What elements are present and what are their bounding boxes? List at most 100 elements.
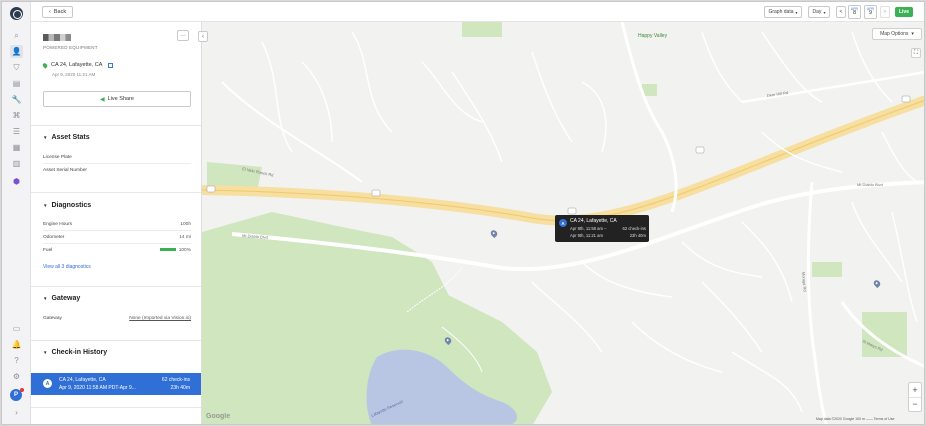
chevron-left-icon: < <box>839 9 843 15</box>
people-icon[interactable]: 👤 <box>10 45 23 58</box>
diagnostic-row: Engine Hours 100h <box>43 222 191 227</box>
collapse-panel-button[interactable]: ‹ <box>198 31 208 42</box>
more-options-button[interactable]: ··· <box>177 30 189 41</box>
fullscreen-icon[interactable]: ⛶ <box>911 48 921 58</box>
diagnostic-row: Fuel 100% <box>43 248 191 253</box>
map-label-mt-diablo: Mt Diablo Blvd <box>857 182 883 187</box>
row-value: 100h <box>180 222 191 227</box>
help-icon[interactable]: ? <box>10 354 23 367</box>
caret-down-icon: ▾ <box>795 9 798 15</box>
end-day: 9 <box>868 10 873 16</box>
external-link-icon[interactable] <box>108 62 114 68</box>
range-label: Day <box>812 9 822 15</box>
divider <box>31 192 201 193</box>
settings-gear-icon[interactable]: ⚙ <box>10 370 23 383</box>
asset-name-redacted <box>43 34 71 41</box>
checkin-count: 62 check-ins <box>161 377 190 383</box>
diagnostic-row: Odometer 14 mi <box>43 235 191 240</box>
triangle-down-icon: ▼ <box>43 135 48 140</box>
tooltip-row: Apr 8th, 11:58 am – 62 check-ins <box>570 226 646 231</box>
location-timestamp: Apr 9, 2020 11:21 AM <box>52 72 96 77</box>
checkin-history-header[interactable]: ▼ Check-in History <box>43 349 107 356</box>
next-date-button[interactable]: > <box>880 6 890 18</box>
view-all-diagnostics-link[interactable]: View all 3 diagnostics <box>43 264 91 270</box>
live-share-button[interactable]: ◀ Live Share <box>43 91 191 107</box>
forms-icon[interactable]: ▦ <box>10 141 23 154</box>
section-title: Check-in History <box>51 349 108 356</box>
license-plate-row: License Plate <box>43 155 191 160</box>
graph-data-dropdown[interactable]: Graph data ▾ <box>764 6 802 18</box>
divider <box>31 286 201 287</box>
asset-type: POWERED EQUIPMENT <box>43 45 98 50</box>
user-avatar[interactable]: P <box>10 388 24 401</box>
zoom-out-button[interactable]: − <box>909 398 921 412</box>
row-divider <box>43 163 191 164</box>
checkin-history-item[interactable]: A CA 24, Lafayette, CA Apr 9, 2020 11:58… <box>31 373 201 395</box>
gateway-value[interactable]: None (Imported via Vision.io) <box>129 316 191 321</box>
serial-number-row: Asset Serial Number <box>43 168 191 173</box>
range-dropdown[interactable]: Day ▾ <box>808 6 830 18</box>
map-label-moraga: Moraga Rd <box>801 272 808 292</box>
back-button[interactable]: ‹ Back <box>42 6 74 18</box>
end-date-picker[interactable]: APR 9 <box>864 5 877 19</box>
reports-icon[interactable]: ▥ <box>10 157 23 170</box>
map-view[interactable]: Happy Valley Deer Hill Rd Mt Diablo Blvd… <box>202 22 924 424</box>
divider <box>31 125 201 126</box>
prev-date-button[interactable]: < <box>836 6 846 18</box>
chat-icon[interactable]: ▭ <box>10 322 23 335</box>
wrench-icon[interactable]: 🔧 <box>10 93 23 106</box>
top-bar: ‹ Back Graph data ▾ Day ▾ < APR 8 APR 9 > … <box>31 2 924 22</box>
row-divider <box>43 230 191 231</box>
street-road <box>620 22 678 213</box>
tooltip-duration: 23h 40m <box>629 233 646 238</box>
checkin-location: CA 24, Lafayette, CA <box>59 377 106 383</box>
asset-stats-header[interactable]: ▼ Asset Stats <box>43 134 90 141</box>
row-label: Fuel <box>43 248 53 253</box>
tooltip-row: Apr 9th, 11:21 am 23h 40m <box>570 233 646 238</box>
row-value: 100% <box>178 248 191 253</box>
section-title: Asset Stats <box>51 134 90 141</box>
map-attribution[interactable]: Map data ©2020 Google 100 m —— Terms of … <box>816 417 894 421</box>
tooltip-checkins: 62 check-ins <box>622 226 646 231</box>
triangle-down-icon: ▼ <box>43 350 48 355</box>
back-label: Back <box>53 9 67 15</box>
row-label: Odometer <box>43 235 65 240</box>
bell-icon[interactable]: 🔔 <box>10 338 23 351</box>
list-icon[interactable]: ☰ <box>10 125 23 138</box>
app-logo-icon[interactable] <box>10 7 23 20</box>
route-icon[interactable]: ⌘ <box>10 109 23 122</box>
divider <box>31 407 201 408</box>
expand-chevron-icon[interactable]: › <box>10 406 23 419</box>
start-date-picker[interactable]: APR 8 <box>848 5 861 19</box>
graph-data-label: Graph data <box>768 9 794 15</box>
triangle-down-icon: ▼ <box>43 296 48 301</box>
diagnostics-header[interactable]: ▼ Diagnostics <box>43 202 91 209</box>
live-button[interactable]: Live <box>895 7 913 17</box>
map-options-dropdown[interactable]: Map Options ▾ <box>872 28 922 40</box>
park-area <box>862 312 907 357</box>
location-tooltip[interactable]: A CA 24, Lafayette, CA Apr 8th, 11:58 am… <box>555 215 649 242</box>
highway-road <box>202 95 924 226</box>
document-icon[interactable]: ▤ <box>10 77 23 90</box>
row-label: Gateway <box>43 316 62 321</box>
search-icon[interactable]: ⌕ <box>10 29 23 42</box>
row-label: Asset Serial Number <box>43 168 87 173</box>
location-pin-icon <box>41 61 49 69</box>
start-day: 8 <box>852 10 857 16</box>
fuel-value: 100% <box>159 248 191 253</box>
checkin-time-range: Apr 9, 2020 11:58 AM PDT-Apr 9... <box>59 385 136 391</box>
chevron-left-icon: ‹ <box>49 9 51 15</box>
shield-icon[interactable]: ⛉ <box>10 61 23 74</box>
tooltip-time: Apr 8th, 11:58 am – <box>570 226 607 231</box>
apps-icon[interactable]: ⬢ <box>10 175 23 188</box>
park-area <box>462 22 502 37</box>
highway-centerline <box>202 100 924 222</box>
moraga-road <box>806 181 828 424</box>
caret-down-icon: ▾ <box>823 9 826 15</box>
checkin-marker-icon: A <box>43 379 52 388</box>
zoom-in-button[interactable]: + <box>909 383 921 398</box>
tooltip-time: Apr 9th, 11:21 am <box>570 233 603 238</box>
divider <box>31 340 201 341</box>
location-text[interactable]: CA 24, Lafayette, CA <box>51 62 102 68</box>
gateway-header[interactable]: ▼ Gateway <box>43 295 80 302</box>
